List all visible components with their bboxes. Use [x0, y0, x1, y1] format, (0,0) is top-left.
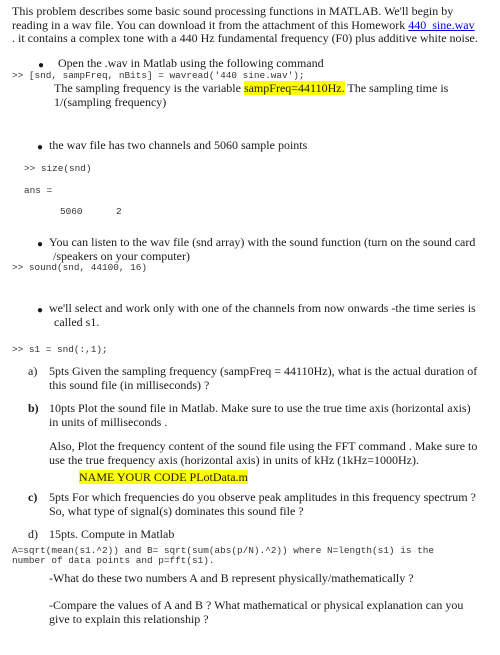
question-b-line-1: 10pts Plot the sound file in Matlab. Mak… — [49, 401, 471, 415]
ans-cols: 2 — [116, 206, 122, 217]
bullet-icon: ● — [37, 142, 44, 153]
question-b-label: b) — [28, 401, 39, 415]
question-b-line-4: use the true frequency axis (horizontal … — [49, 452, 419, 467]
question-c-label: c) — [28, 490, 38, 504]
question-a-line-2: this sound file (in milliseconds) ? — [49, 377, 210, 392]
intro-line-2-text: reading in a wav file. You can download … — [12, 17, 409, 32]
question-c-line-1: 5pts For which frequencies do you observ… — [49, 490, 476, 504]
question-b-line-2: in units of milliseconds . — [49, 414, 168, 429]
sound-command: >> sound(snd, 44100, 16) — [12, 262, 148, 273]
question-a: 5pts Given the sampling frequency (sampF… — [49, 364, 499, 392]
bullet1-text: Open the .wav in Matlab using the follow… — [58, 56, 324, 70]
question-c: 5pts For which frequencies do you observ… — [49, 490, 499, 518]
sampfreq-highlight: sampFreq=44110Hz. — [243, 81, 345, 95]
code-name-highlight: NAME YOUR CODE PLotData.m — [79, 470, 248, 484]
question-d-line-1: 15pts. Compute in Matlab — [49, 527, 175, 541]
bullet-icon: ● — [37, 305, 44, 316]
bullet1-note-line-2: 1/(sampling frequency) — [54, 94, 167, 109]
question-d-code: A=sqrt(mean(s1.^2)) and B= sqrt(sum(abs(… — [12, 546, 500, 566]
question-d-label: d) — [28, 527, 38, 541]
bullet2-text: the wav file has two channels and 5060 s… — [49, 138, 308, 152]
question-c-line-2: So, what type of signal(s) dominates thi… — [49, 503, 304, 518]
note-suffix: The sampling time is — [344, 81, 449, 95]
intro-line-2: reading in a wav file. You can download … — [12, 17, 500, 33]
question-d-q1: -What do these two numbers A and B repre… — [49, 571, 414, 585]
intro-paragraph: This problem describes some basic sound … — [12, 4, 500, 46]
bullet-icon: ● — [37, 239, 44, 250]
bullet4-line-1: we'll select and work only with one of t… — [49, 301, 476, 315]
question-b: 10pts Plot the sound file in Matlab. Mak… — [49, 401, 499, 429]
intro-line-1: This problem describes some basic sound … — [12, 4, 454, 18]
bullet3-line-2: /speakers on your computer) — [53, 248, 190, 263]
wav-attachment-link[interactable]: 440_sine.wav — [408, 18, 474, 32]
bullet3-text: You can listen to the wav file (snd arra… — [49, 235, 499, 263]
bullet1-code: >> [snd, sampFreq, nBits] = wavread('440… — [12, 70, 305, 81]
question-a-label: a) — [28, 364, 38, 378]
bullet1-note: The sampling frequency is the variable s… — [54, 81, 494, 109]
question-a-line-1: 5pts Given the sampling frequency (sampF… — [49, 364, 478, 378]
question-d-q2: -Compare the values of A and B ? What ma… — [49, 598, 499, 626]
question-b-fft: Also, Plot the frequency content of the … — [49, 439, 499, 467]
code-name-instruction: NAME YOUR CODE PLotData.m — [79, 470, 248, 485]
question-b-line-3: Also, Plot the frequency content of the … — [49, 439, 478, 453]
note-prefix: The sampling frequency is the variable — [54, 81, 244, 95]
bullet4-line-2: called s1. — [54, 314, 100, 329]
ans-rows: 5060 — [60, 206, 83, 217]
bullet4-text: we'll select and work only with one of t… — [49, 301, 499, 329]
s1-command: >> s1 = snd(:,1); — [12, 344, 108, 355]
question-d-q2-line-1: -Compare the values of A and B ? What ma… — [49, 598, 464, 612]
question-d-q2-line-2: give to explain this relationship ? — [49, 611, 209, 626]
bullet3-line-1: You can listen to the wav file (snd arra… — [49, 235, 476, 249]
size-command: >> size(snd) — [24, 163, 92, 174]
question-d-code-line-2: number of data points and p=fft(s1). — [12, 555, 215, 566]
intro-line-3: . it contains a complex tone with a 440 … — [12, 31, 478, 45]
bullet1-note-line-1: The sampling frequency is the variable s… — [54, 81, 494, 96]
ans-label: ans = — [24, 185, 53, 196]
